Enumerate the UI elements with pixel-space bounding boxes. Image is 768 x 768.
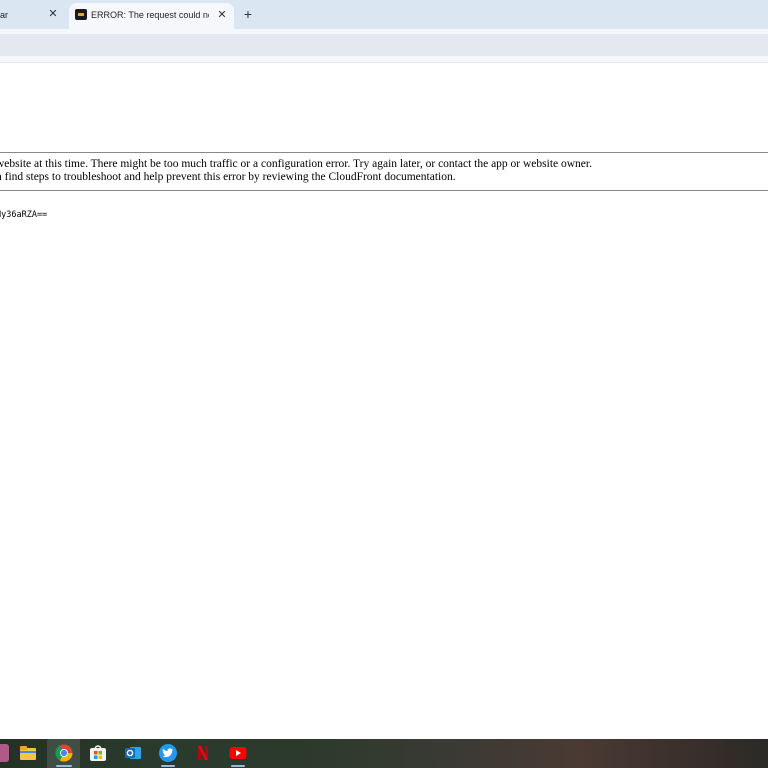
twitter-icon[interactable] [159,744,177,762]
app-icon-partial[interactable] [0,744,9,762]
netflix-icon[interactable] [194,744,212,762]
tab-strip: ar ✕ ERROR: The request could not be sat… [0,0,768,29]
request-id: Ny36aRZA== [0,210,48,220]
youtube-running-indicator [231,765,245,767]
tab-active[interactable]: ERROR: The request could not be satisfie… [69,3,234,29]
tab-inactive[interactable]: ar ✕ [0,0,66,29]
address-bar[interactable] [0,34,768,56]
youtube-icon[interactable] [229,744,247,762]
tab-close-icon[interactable]: ✕ [47,7,59,21]
error-message-line-1: website at this time. There might be too… [0,158,592,170]
toolbar-divider [0,62,768,63]
browser-toolbar [0,29,768,62]
new-tab-button[interactable]: + [241,7,255,21]
taskbar [0,739,768,768]
tab-title: ERROR: The request could not be satisfie… [91,10,209,20]
chrome-running-indicator [56,765,72,767]
site-favicon-icon [75,9,87,20]
tab-close-icon[interactable]: ✕ [216,8,228,22]
tab-title: ar [0,9,9,20]
microsoft-store-icon[interactable] [89,744,107,762]
outlook-icon[interactable] [124,744,142,762]
file-explorer-icon[interactable] [19,744,37,762]
divider-top [0,152,768,153]
divider-bottom [0,190,768,191]
twitter-running-indicator [161,765,175,767]
error-message-line-2: n find steps to troubleshoot and help pr… [0,171,456,183]
chrome-icon[interactable] [55,744,73,762]
